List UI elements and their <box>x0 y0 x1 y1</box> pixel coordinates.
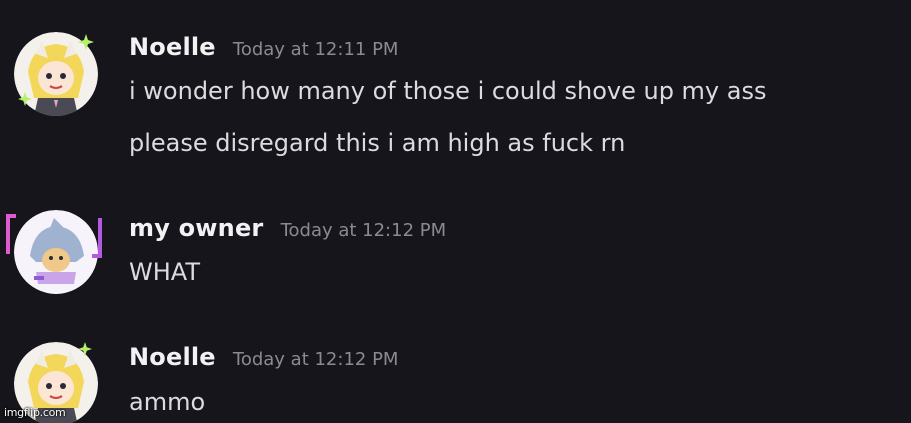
message-group-1: Noelle Today at 12:11 PM i wonder how ma… <box>0 0 911 180</box>
message-text: i wonder how many of those i could shove… <box>129 77 767 105</box>
timestamp[interactable]: Today at 12:12 PM <box>281 220 447 241</box>
shark-cat-avatar-icon[interactable] <box>14 210 98 294</box>
username[interactable]: Noelle <box>129 33 216 61</box>
message-group-2: my owner Today at 12:12 PM WHAT <box>0 180 911 320</box>
message-header: my owner Today at 12:12 PM <box>129 214 446 242</box>
username[interactable]: Noelle <box>129 343 216 371</box>
message-group-3: Noelle Today at 12:12 PM ammo <box>0 320 911 423</box>
message-text: ammo <box>129 388 206 416</box>
message-text: please disregard this i am high as fuck … <box>129 129 626 157</box>
message-text: WHAT <box>129 258 200 286</box>
watermark: imgflip.com <box>4 406 66 419</box>
pink-bracket-icon <box>6 214 16 254</box>
message-header: Noelle Today at 12:11 PM <box>129 33 398 61</box>
timestamp[interactable]: Today at 12:11 PM <box>233 39 399 60</box>
purple-bracket-icon <box>92 218 102 258</box>
message-header: Noelle Today at 12:12 PM <box>129 343 398 371</box>
sparkle-icon <box>18 92 32 106</box>
timestamp[interactable]: Today at 12:12 PM <box>233 349 399 370</box>
username[interactable]: my owner <box>129 214 263 242</box>
sparkle-icon <box>78 34 94 50</box>
sparkle-icon <box>78 342 92 356</box>
